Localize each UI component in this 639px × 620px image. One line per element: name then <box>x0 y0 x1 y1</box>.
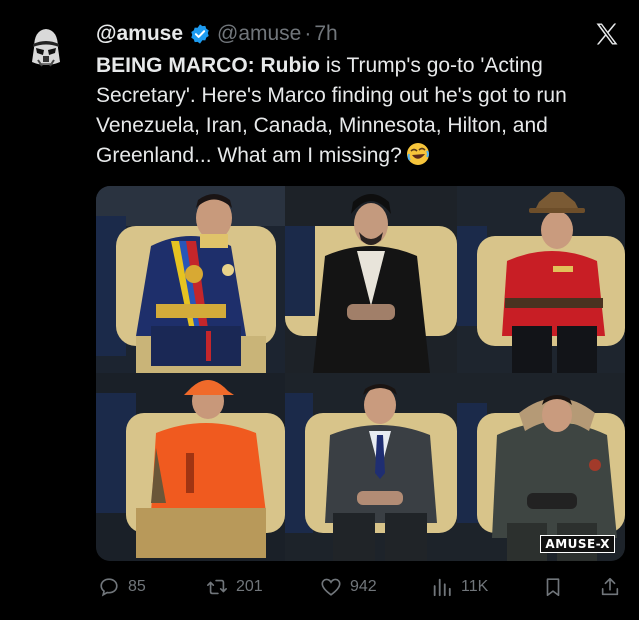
reply-icon <box>100 578 118 597</box>
stormtrooper-avatar-icon <box>16 18 76 78</box>
like-button[interactable]: 942 <box>320 576 377 598</box>
watermark-logo: AMUSE-X <box>540 535 615 553</box>
action-bar: 85 201 942 11K <box>96 572 626 602</box>
views-icon <box>433 578 451 597</box>
retweet-icon <box>207 579 227 595</box>
verified-badge-icon <box>189 23 211 45</box>
timestamp[interactable]: 7h <box>314 20 337 48</box>
tweet-header: @amuse @amuse · 7h <box>96 18 625 50</box>
share-button[interactable] <box>599 576 629 598</box>
tweet-text: BEING MARCO: Rubio is Trump's go-to 'Act… <box>96 51 626 171</box>
like-count: 942 <box>350 578 377 595</box>
views-button[interactable]: 11K <box>431 576 488 598</box>
retweet-count: 201 <box>236 578 263 595</box>
media-grid[interactable]: AMUSE-X <box>96 186 625 561</box>
media-panel-parka[interactable]: AMUSE-X <box>457 373 625 561</box>
bookmark-button[interactable] <box>542 576 572 598</box>
media-panel-hunter[interactable] <box>96 373 285 561</box>
bookmark-icon <box>546 578 560 597</box>
avatar[interactable] <box>16 18 76 78</box>
separator-dot: · <box>304 22 312 45</box>
x-logo-icon[interactable] <box>593 20 621 48</box>
rofl-emoji-icon <box>406 142 430 166</box>
media-panel-mountie[interactable] <box>457 186 625 373</box>
tweet-name-bold: Rubio <box>260 54 320 77</box>
share-icon <box>601 577 619 596</box>
retweet-button[interactable]: 201 <box>206 576 263 598</box>
media-panel-suit[interactable] <box>285 373 457 561</box>
media-panel-venezuela[interactable] <box>96 186 285 373</box>
handle[interactable]: @amuse <box>217 20 301 48</box>
reply-count: 85 <box>128 578 146 595</box>
tweet-prefix-bold: BEING MARCO: <box>96 54 255 77</box>
display-name[interactable]: @amuse <box>96 20 183 48</box>
reply-button[interactable]: 85 <box>98 576 146 598</box>
media-panel-cleric[interactable] <box>285 186 457 373</box>
like-icon <box>321 578 341 596</box>
views-count: 11K <box>461 578 489 595</box>
